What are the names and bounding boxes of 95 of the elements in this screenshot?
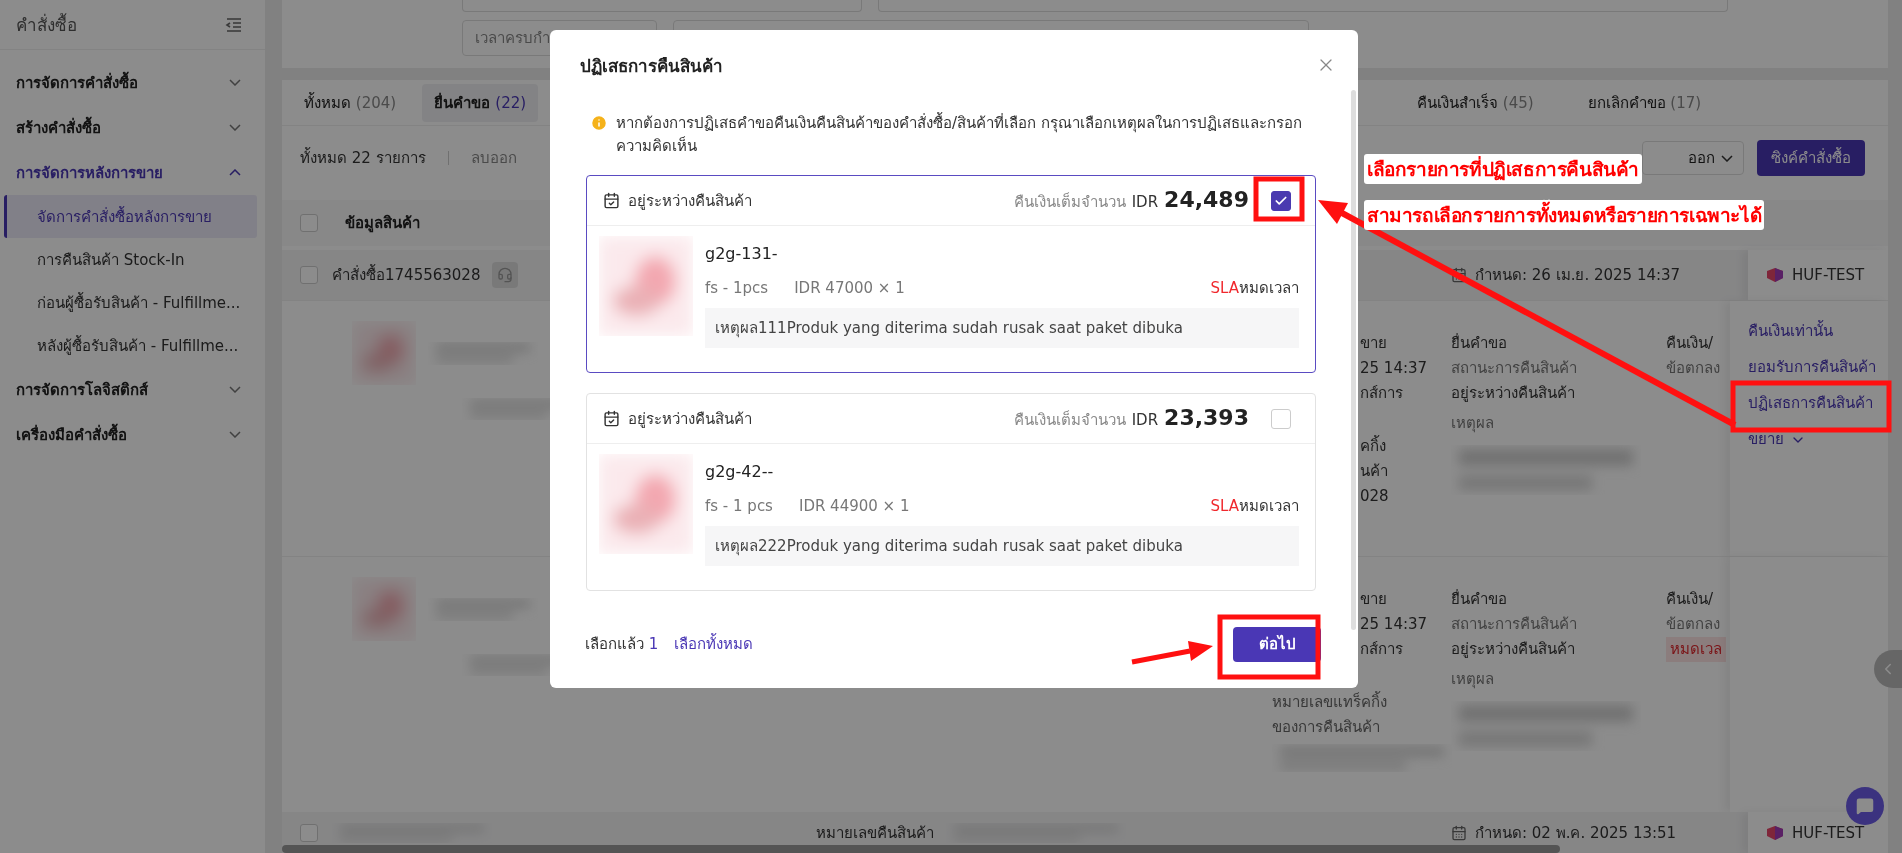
column-header: ข้อมูลสินค้า [345,213,420,235]
dialog-title: ปฏิเสธการคืนสินค้า [580,54,723,78]
nav-item[interactable]: การจัดการโลจิสติกส์ [0,367,265,412]
calendar-icon [603,410,620,427]
highlight-frame [1253,176,1305,222]
table-text: คกิ้ง [1360,434,1387,457]
deadline: กำหนด: 26 เม.ย. 2025 14:37 [1475,265,1681,286]
calendar-icon [1451,824,1467,841]
sla-badge: หมดเวล [1666,637,1726,662]
tab[interactable]: คืนเงินสำเร็จ (45) [1405,83,1546,122]
table-text: นค้า [1360,461,1389,482]
expand-link[interactable]: ขยาย [1748,427,1806,452]
deadline: กำหนด: 02 พ.ค. 2025 13:51 [1475,822,1677,844]
chevron-up-icon [229,169,241,176]
table-text: 25 14:37 [1360,358,1429,379]
product-name: g2g-131- [705,243,779,265]
currency: IDR [1131,193,1159,211]
table-text: ขาย [1360,333,1388,354]
sync-button[interactable]: ซิงค์คำสั่งซื้อ [1757,140,1865,176]
shop-name: HUF-TEST [1792,823,1865,842]
product-variant: fs - 1 pcs [705,497,773,515]
return-number-label: หมายเลขคืนสินค้า [816,822,934,844]
sla-status: SLAหมดเวลา [1210,278,1299,299]
nav-subitem[interactable]: จัดการคำสั่งซื้อหลังการขาย [4,195,257,238]
remove-link[interactable]: ลบออก [470,146,517,170]
refund-label: คืนเงินเต็มจำนวน [1013,191,1126,213]
product-variant: fs - 1pcs [705,279,769,297]
return-status: อยู่ระหว่างคืนสินค้า [1451,383,1576,404]
action-link[interactable]: คืนเงินเท่านั้น [1748,319,1833,344]
chevron-down-icon [229,79,241,86]
refund-amount: 24,489 [1164,187,1249,212]
nav-item[interactable]: การจัดการหลังการขาย [0,150,265,195]
chevron-down-icon [229,431,241,438]
chevron-down-icon [229,386,241,393]
reason-label: เหตุผล [1451,413,1495,435]
refund-label: คืนเงิน/ [1666,589,1715,610]
shop-icon [1766,824,1784,841]
nav-item[interactable]: เครื่องมือคำสั่งซื้อ [0,412,265,457]
currency: IDR [1131,411,1159,429]
product-name: g2g-42-- [705,461,775,483]
product-price: IDR 44900 × 1 [798,497,910,515]
refund-label: คืนเงิน/ [1666,333,1715,354]
status-label: สถานะการคืนสินค้า [1451,358,1578,379]
table-text: ขาย [1360,589,1388,610]
table-text: กส์การ [1360,383,1404,404]
agreement-label: ข้อตกลง [1666,358,1721,379]
table-text: 028 [1360,486,1390,507]
shop-name: HUF-TEST [1792,266,1865,284]
status-label: สถานะการคืนสินค้า [1451,614,1578,635]
table-text: กส์การ [1360,639,1404,660]
table-text: 25 14:37 [1360,614,1429,635]
export-dropdown[interactable]: ออก [1642,141,1744,175]
agreement-label: ข้อตกลง [1666,614,1721,635]
sla-status: SLAหมดเวลา [1210,496,1299,517]
headset-icon[interactable] [492,262,519,288]
tab[interactable]: ทั้งหมด (204) [292,83,409,122]
nav-subitem[interactable]: หลังผู้ซื้อรับสินค้า - Fulfillme... [4,324,257,367]
calendar-icon [1451,267,1467,283]
info-icon [590,114,608,132]
chevron-down-icon [229,124,241,131]
annotation-text: สามารถเลือกรายการทั้งหมดหรือรายการเฉพาะได้ [1364,200,1765,230]
product-price: IDR 47000 × 1 [794,279,905,297]
tab[interactable]: ยกเลิกคำขอ (17) [1575,83,1714,122]
nav-item[interactable]: การจัดการคำสั่งซื้อ [0,60,265,105]
request-status: ยื่นคำขอ [1451,332,1508,354]
card-status: อยู่ระหว่างคืนสินค้า [628,408,752,430]
chevron-down-icon [1721,154,1733,162]
card-status: อยู่ระหว่างคืนสินค้า [628,190,752,212]
calendar-icon [603,192,620,209]
reason-label: เหตุผล [1451,669,1495,691]
table-text: หมายเลขแทร็คกิ้ง [1272,690,1388,713]
collapse-icon[interactable] [225,16,243,33]
nav-subitem[interactable]: การคืนสินค้า Stock-In [4,238,257,281]
tab[interactable]: ยื่นคำขอ (22) [422,83,539,122]
chat-icon [1856,797,1874,815]
reason-text: เหตุผล111Produk yang diterima sudah rusak saat paket dibuka [705,308,1299,348]
select-all-link[interactable]: เลือกทั้งหมด [674,632,754,656]
shop-icon [1766,267,1784,283]
nav-subitem[interactable]: ก่อนผู้ซื้อรับสินค้า - Fulfillme... [4,281,257,324]
request-status: ยื่นคำขอ [1451,588,1508,610]
refund-label: คืนเงินเต็มจำนวน [1013,409,1126,431]
action-link[interactable]: ยอมรับการคืนสินค้า [1748,355,1876,380]
table-text: ของการคืนสินค้า [1272,717,1381,738]
order-number: คำสั่งซื้อ1745563028 [332,263,481,286]
selected-count: เลือกแล้ว 1 [585,634,659,655]
reason-text: เหตุผล222Produk yang diterima sudah rusak saat paket dibuka [705,526,1299,566]
nav-item[interactable]: สร้างคำสั่งซื้อ [0,105,265,150]
sidebar-title: คำสั่งซื้อ [16,12,77,37]
total-count: ทั้งหมด 22 รายการ [300,146,426,169]
checkbox[interactable] [1271,190,1291,211]
notice-text: หากต้องการปฏิเสธคำขอคืนเงินคืนสินค้าของคำสั่งซื้อ/สินค้าที่เลือก กรุณาเลือกเหตุผลในการปฏิเสธและกรอกความคิดเห็น [616,112,1303,157]
annotation-text: เลือกรายการที่ปฏิเสธการคืนสินค้า [1364,154,1642,184]
refund-amount: 23,393 [1164,405,1249,430]
action-link[interactable]: ปฏิเสธการคืนสินค้า [1748,391,1873,416]
return-status: อยู่ระหว่างคืนสินค้า [1451,639,1576,660]
